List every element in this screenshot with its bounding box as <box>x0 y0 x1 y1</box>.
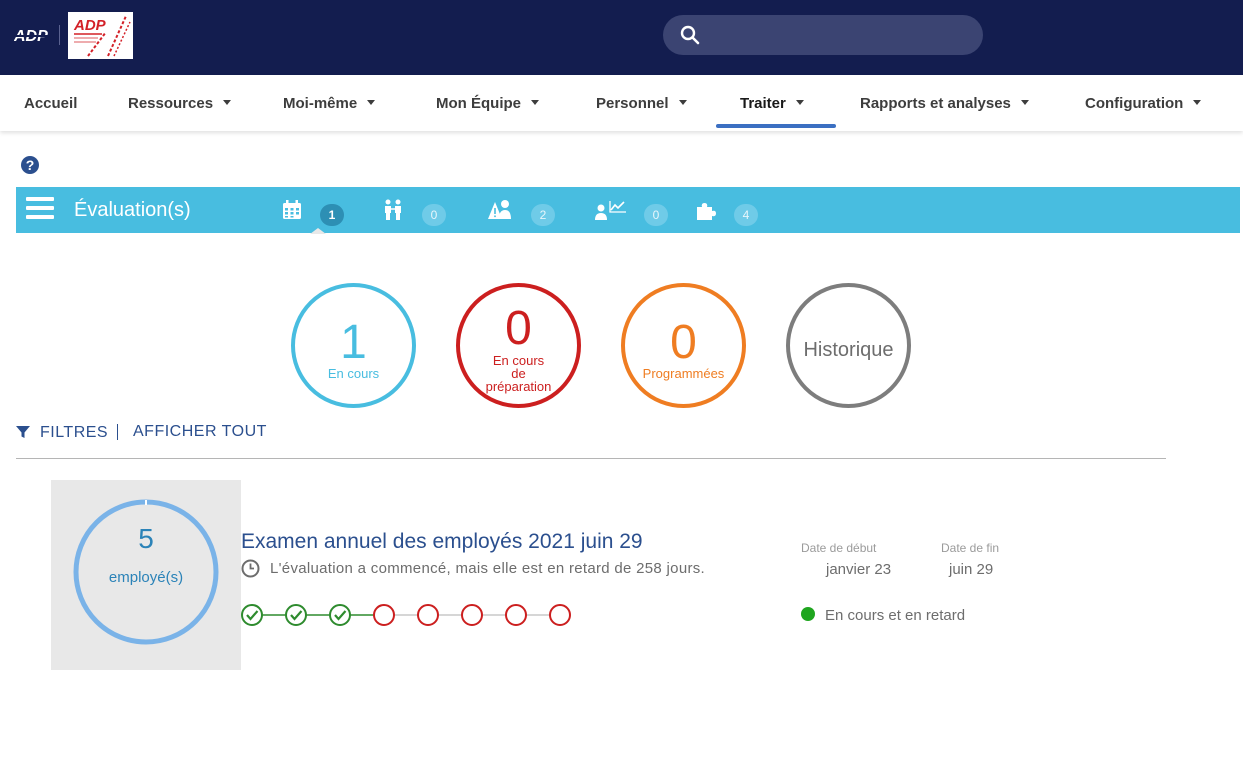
step-completed <box>241 604 263 626</box>
step-completed <box>285 604 307 626</box>
nav-label: Configuration <box>1085 95 1184 112</box>
nav-rapports[interactable]: Rapports et analyses <box>860 95 1029 112</box>
step-pending <box>461 604 483 626</box>
warning-person-icon[interactable] <box>487 199 513 221</box>
search-bar[interactable] <box>663 15 983 55</box>
tab-count-badge: 1 <box>320 204 344 226</box>
nav-label: Ressources <box>128 95 214 112</box>
caret-down-icon <box>367 100 376 105</box>
nav-label: Personnel <box>596 95 669 112</box>
review-status-message: L'évaluation a commencé, mais elle est e… <box>270 560 706 577</box>
logo-divider <box>59 25 60 45</box>
people-icon[interactable] <box>382 199 404 221</box>
nav-configuration[interactable]: Configuration <box>1085 95 1202 112</box>
filters-label: FILTRES <box>40 424 109 441</box>
employee-count-card[interactable]: 5 employé(s) <box>51 480 241 670</box>
active-tab-pointer <box>310 228 326 234</box>
caret-down-icon <box>531 100 539 105</box>
caret-down-icon <box>1020 100 1029 105</box>
employee-count: 5 <box>138 523 154 554</box>
tab-count-badge: 0 <box>422 204 446 226</box>
history-label: Historique <box>803 339 894 361</box>
caret-down-icon <box>1193 100 1202 105</box>
client-logo: ADP <box>68 12 133 59</box>
filter-divider <box>117 424 118 440</box>
nav-moi-meme[interactable]: Moi-même <box>283 95 376 112</box>
status-dot <box>801 607 815 621</box>
clock-icon <box>241 559 260 578</box>
help-icon[interactable]: ? <box>20 155 40 175</box>
puzzle-icon[interactable] <box>695 199 717 221</box>
history-ring[interactable]: Historique <box>786 283 911 408</box>
tab-count-badge: 0 <box>644 204 668 226</box>
caret-down-icon <box>223 100 232 105</box>
nav-personnel[interactable]: Personnel <box>596 95 687 112</box>
nav-label: Mon Équipe <box>436 95 521 112</box>
step-completed <box>329 604 351 626</box>
nav-traiter[interactable]: Traiter <box>740 95 804 112</box>
evaluation-toolbar: Évaluation(s) 1 0 2 0 4 <box>16 187 1240 234</box>
start-date-label: Date de début <box>801 541 877 555</box>
nav-label: Moi-même <box>283 95 358 112</box>
adp-logo[interactable]: ADP <box>14 25 52 45</box>
search-icon <box>680 25 700 45</box>
calendar-icon[interactable] <box>281 199 303 221</box>
nav-ressources[interactable]: Ressources <box>128 95 232 112</box>
review-title-link[interactable]: Examen annuel des employés 2021 juin 29 <box>241 530 643 554</box>
search-input[interactable] <box>711 23 971 47</box>
scheduled-label: Programmées <box>642 366 725 381</box>
scheduled-count: 0 <box>670 316 697 369</box>
in-progress-label: En cours <box>327 366 380 381</box>
top-header: ADP ADP <box>0 0 1243 75</box>
in-progress-count: 1 <box>340 316 367 369</box>
nav-mon-equipe[interactable]: Mon Équipe <box>436 95 539 112</box>
in-preparation-ring[interactable]: 0 En cours de préparation <box>456 283 581 408</box>
end-date-label: Date de fin <box>941 541 1000 555</box>
evaluation-title: Évaluation(s) <box>74 199 191 221</box>
nav-label: Accueil <box>24 95 78 112</box>
scheduled-ring[interactable]: 0 Programmées <box>621 283 746 408</box>
menu-icon[interactable] <box>26 197 54 221</box>
tab-count-badge: 2 <box>531 204 555 226</box>
in-progress-ring[interactable]: 1 En cours <box>291 283 416 408</box>
show-all-button[interactable]: AFFICHER TOUT <box>133 423 267 441</box>
person-chart-icon[interactable] <box>595 199 627 221</box>
in-preparation-count: 0 <box>505 302 532 355</box>
step-pending <box>417 604 439 626</box>
end-date-value: juin 29 <box>949 561 994 578</box>
step-pending <box>549 604 571 626</box>
step-pending <box>373 604 395 626</box>
employee-label: employé(s) <box>108 569 184 586</box>
nav-label: Traiter <box>740 95 786 112</box>
filter-icon <box>16 426 30 438</box>
nav-label: Rapports et analyses <box>860 95 1011 112</box>
tab-count-badge: 4 <box>734 204 758 226</box>
in-preparation-label-line: préparation <box>485 379 552 394</box>
caret-down-icon <box>795 100 804 105</box>
svg-text:ADP: ADP <box>73 17 107 34</box>
nav-accueil[interactable]: Accueil <box>24 95 77 112</box>
review-status: En cours et en retard <box>825 607 966 624</box>
start-date-value: janvier 23 <box>826 561 892 578</box>
svg-text:?: ? <box>26 157 35 173</box>
step-pending <box>505 604 527 626</box>
section-divider <box>16 458 1166 459</box>
review-step-tracker <box>241 604 571 626</box>
main-nav: Accueil Ressources Moi-même Mon Équipe P… <box>0 75 1243 131</box>
active-nav-indicator <box>716 124 836 128</box>
caret-down-icon <box>678 100 687 105</box>
